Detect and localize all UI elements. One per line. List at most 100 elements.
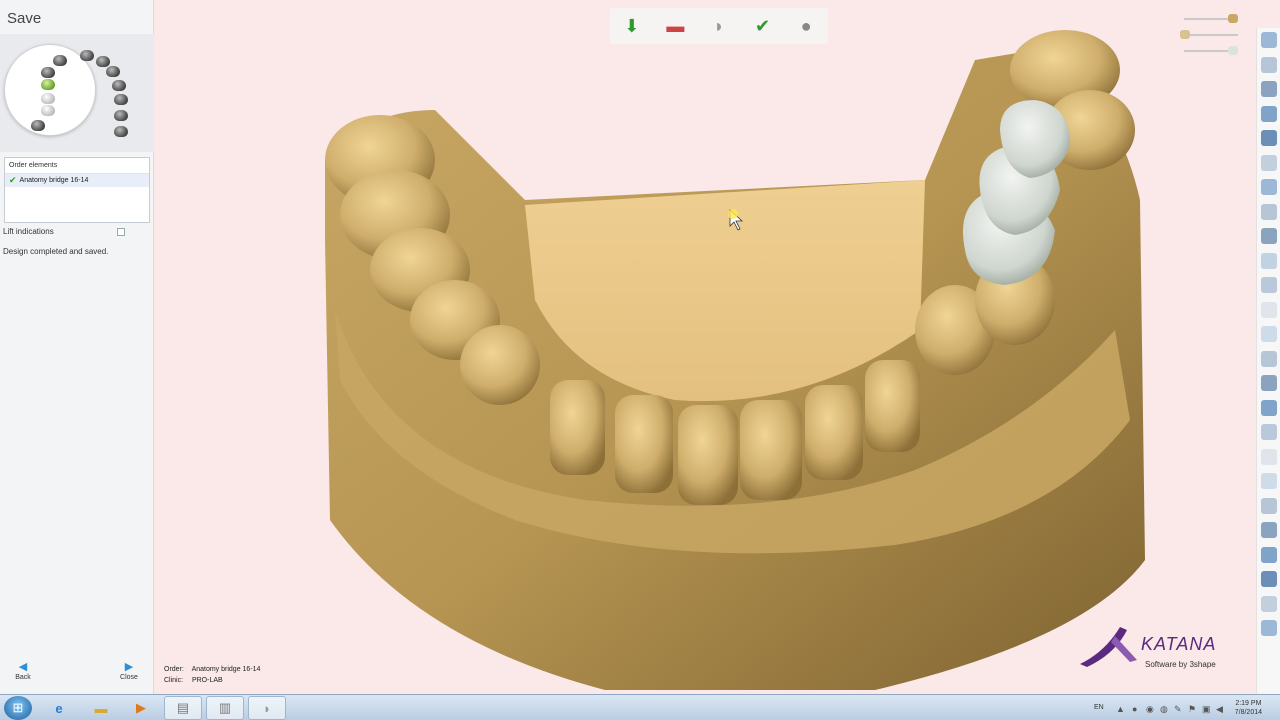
die-icon[interactable]: ▬: [661, 12, 689, 40]
tooth-icon[interactable]: [114, 94, 128, 105]
slider-thumb[interactable]: [1180, 30, 1190, 39]
lift-indications-label: Lift indications: [3, 227, 54, 236]
file-explorer-button[interactable]: ▬: [82, 696, 120, 720]
color-wheel-icon[interactable]: [1261, 595, 1277, 612]
app-button[interactable]: ▤: [164, 696, 202, 720]
tooth-tool-icon[interactable]: [1261, 301, 1277, 318]
tooth: [805, 385, 863, 480]
back-button[interactable]: ◀ Back: [3, 660, 43, 681]
jaw-icon[interactable]: [1261, 277, 1277, 293]
tooth-icon[interactable]: [80, 50, 94, 61]
cube-icon[interactable]: [1261, 473, 1277, 489]
tooth: [865, 360, 920, 452]
transparency-sliders: [1180, 12, 1240, 62]
clinic-line: Clinic: PRO-LAB: [164, 677, 223, 684]
tooth-icon[interactable]: [53, 55, 67, 66]
network-icon[interactable]: ▣: [1202, 704, 1211, 715]
cylinder-icon[interactable]: [1261, 620, 1277, 636]
clock-time: 2:19 PM: [1235, 700, 1262, 707]
approve-tooth-icon[interactable]: ✔: [749, 12, 777, 40]
logo-text: KATANA: [1141, 634, 1217, 654]
left-panel: Save Order elements ✔ Anatomy bridge 16-…: [0, 0, 154, 694]
order-info: Order: Anatomy bridge 16-14 Clinic: PRO-…: [164, 664, 260, 686]
tooth-icon[interactable]: ◗: [705, 12, 733, 40]
close-button[interactable]: ▶ Close: [109, 660, 149, 681]
app-button[interactable]: ▥: [206, 696, 244, 720]
warning-icon[interactable]: [1261, 399, 1277, 416]
tooth-icon[interactable]: [96, 56, 110, 67]
tooth-icon[interactable]: [41, 105, 55, 116]
back-label: Back: [15, 674, 31, 681]
tray-app-icon[interactable]: ✎: [1174, 704, 1182, 715]
window-icon[interactable]: [1261, 130, 1277, 146]
lift-indications-checkbox[interactable]: [117, 227, 125, 236]
dental-system-button[interactable]: ◗: [248, 696, 286, 720]
tray-app-icon[interactable]: ◍: [1160, 704, 1168, 715]
scanner-icon[interactable]: [1261, 571, 1277, 587]
app-icon: ▥: [218, 700, 232, 715]
tooth-icon[interactable]: [114, 126, 128, 137]
katana-logo-mark: [1080, 627, 1137, 667]
measure-icon[interactable]: [1261, 326, 1277, 342]
tooth: [460, 325, 540, 405]
flag-icon[interactable]: ⚑: [1188, 704, 1196, 715]
slider-thumb[interactable]: [1228, 46, 1238, 55]
internet-explorer-button[interactable]: e: [40, 696, 78, 720]
slider-thumb[interactable]: [1228, 14, 1238, 23]
cube-icon[interactable]: [1261, 350, 1277, 367]
tooth: [740, 400, 802, 500]
volume-icon[interactable]: ◀: [1216, 704, 1223, 715]
language-indicator[interactable]: EN: [1094, 704, 1104, 711]
sphere-icon[interactable]: ●: [792, 12, 820, 40]
jaw-icon[interactable]: [1261, 252, 1277, 269]
arrow-left-icon: ◀: [18, 661, 28, 673]
tooth-icon: ◗: [263, 700, 271, 716]
tooth-icon[interactable]: [106, 66, 120, 77]
window-icon[interactable]: [1261, 179, 1277, 195]
tooth-icon[interactable]: [31, 120, 45, 131]
sphere-icon[interactable]: [1261, 375, 1277, 391]
order-line: Order: Anatomy bridge 16-14: [164, 666, 261, 673]
media-player-button[interactable]: ▶: [122, 696, 160, 720]
graduation-cap-icon[interactable]: [1261, 81, 1277, 97]
tray-app-icon[interactable]: ●: [1132, 704, 1137, 714]
system-tray: EN ▲ ● ◉ ◍ ✎ ⚑ ▣ ◀ 2:19 PM 7/8/2014: [1080, 695, 1280, 720]
right-toolbar: [1256, 28, 1280, 694]
clock-date: 7/8/2014: [1234, 709, 1262, 716]
cube-icon[interactable]: [1261, 448, 1277, 465]
slider-track: [1184, 34, 1238, 36]
clock[interactable]: 2:19 PM 7/8/2014: [1235, 699, 1262, 717]
tooth-chart[interactable]: [0, 34, 154, 152]
square-icon[interactable]: [1261, 424, 1277, 440]
ie-icon: e: [55, 700, 63, 716]
start-button[interactable]: ⊞: [4, 696, 32, 720]
panel-title: Save: [7, 10, 42, 27]
app-icon: ▤: [176, 700, 190, 715]
taskbar: ⊞ e ▬ ▶ ▤ ▥ ◗ EN ▲ ● ◉ ◍ ✎ ⚑ ▣ ◀ 2:19 PM…: [0, 694, 1280, 720]
tooth-icon[interactable]: [114, 110, 128, 121]
jaw-icon[interactable]: [1261, 228, 1277, 244]
jaw-icon[interactable]: [1261, 203, 1277, 220]
document-icon[interactable]: [1261, 154, 1277, 171]
tooth-icon[interactable]: [41, 79, 55, 90]
fullscreen-icon[interactable]: [1261, 32, 1277, 48]
status-text: Design completed and saved.: [3, 247, 109, 256]
tooth: [615, 395, 673, 493]
tray-app-icon[interactable]: ◉: [1146, 704, 1154, 715]
export-model-icon[interactable]: ⬇: [618, 12, 646, 40]
globe-icon[interactable]: [1261, 56, 1277, 73]
check-icon: ✔: [9, 175, 17, 185]
tooth: [678, 405, 738, 505]
copy-icon[interactable]: [1261, 105, 1277, 122]
show-hidden-icons[interactable]: ▲: [1116, 704, 1125, 714]
3d-viewport[interactable]: ⬇ ▬ ◗ ✔ ● Order: Anatomy bridge 16-14 Cl…: [155, 0, 1255, 694]
tooth-icon[interactable]: [41, 67, 55, 78]
ruler-icon[interactable]: [1261, 546, 1277, 563]
cross-icon[interactable]: [1261, 522, 1277, 538]
tooth-icon[interactable]: [112, 80, 126, 91]
shield-icon[interactable]: [1261, 497, 1277, 514]
tooth-icon[interactable]: [41, 93, 55, 104]
list-item[interactable]: ✔ Anatomy bridge 16-14: [5, 174, 149, 187]
folder-icon: ▬: [94, 700, 108, 716]
dental-model[interactable]: [155, 0, 1255, 694]
